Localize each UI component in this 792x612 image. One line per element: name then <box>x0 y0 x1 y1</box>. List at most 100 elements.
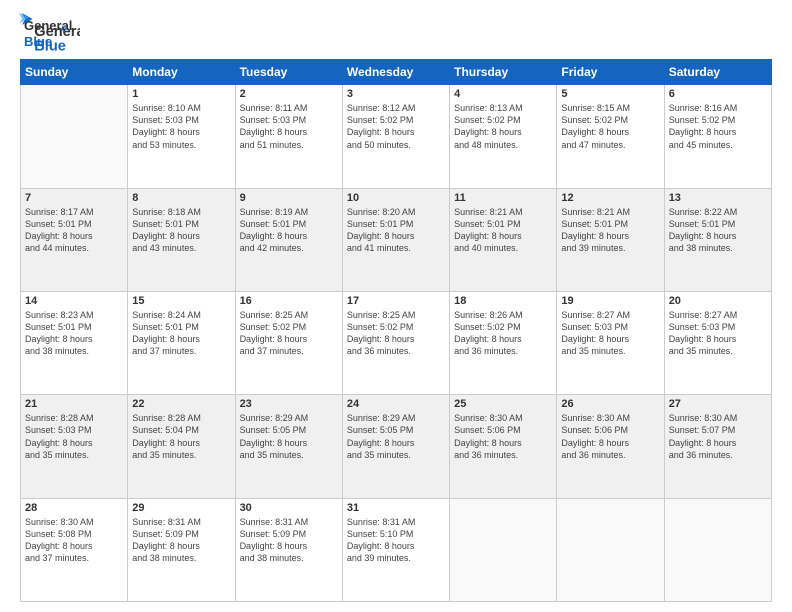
day-info: Sunrise: 8:28 AM Sunset: 5:04 PM Dayligh… <box>132 412 230 461</box>
day-info: Sunrise: 8:27 AM Sunset: 5:03 PM Dayligh… <box>669 309 767 358</box>
calendar-cell: 12Sunrise: 8:21 AM Sunset: 5:01 PM Dayli… <box>557 188 664 291</box>
day-info: Sunrise: 8:30 AM Sunset: 5:07 PM Dayligh… <box>669 412 767 461</box>
day-number: 29 <box>132 502 230 514</box>
day-number: 22 <box>132 398 230 410</box>
calendar-cell: 8 Sunrise: 8:18 AM Sunset: 5:01 PM Daylig… <box>128 188 235 291</box>
day-info: Sunrise: 8:15 AM Sunset: 5:02 PM Dayligh… <box>561 102 659 151</box>
day-info: Sunrise: 8:12 AM Sunset: 5:02 PM Dayligh… <box>347 102 445 151</box>
day-number: 3 <box>347 88 445 100</box>
calendar-cell: 2Sunrise: 8:11 AM Sunset: 5:03 PM Daylig… <box>235 85 342 188</box>
day-number: 21 <box>25 398 123 410</box>
logo-icon: General Blue <box>20 18 80 54</box>
day-info: Sunrise: 8:21 AM Sunset: 5:01 PM Dayligh… <box>561 206 659 255</box>
svg-text:General: General <box>34 24 80 40</box>
calendar-cell: 31 Sunrise: 8:31 AM Sunset: 5:10 PM Dayli… <box>342 498 449 601</box>
day-info: Sunrise: 8:31 AM Sunset: 5:10 PM Dayligh… <box>347 516 445 565</box>
day-info: Sunrise: 8:20 AM Sunset: 5:01 PM Dayligh… <box>347 206 445 255</box>
col-header-monday: Monday <box>128 60 235 85</box>
logo: General Blue General Blue <box>20 18 34 49</box>
week-row-1: 1 Sunrise: 8:10 AM Sunset: 5:03 PM Daylig… <box>21 85 772 188</box>
calendar-cell: 4 Sunrise: 8:13 AM Sunset: 5:02 PM Daylig… <box>450 85 557 188</box>
day-number: 7 <box>25 192 123 204</box>
day-number: 6 <box>669 88 767 100</box>
calendar-cell: 6 Sunrise: 8:16 AM Sunset: 5:02 PM Daylig… <box>664 85 771 188</box>
calendar-cell: 21 Sunrise: 8:28 AM Sunset: 5:03 PM Dayli… <box>21 395 128 498</box>
day-number: 15 <box>132 295 230 307</box>
calendar-cell: 24 Sunrise: 8:29 AM Sunset: 5:05 PM Dayli… <box>342 395 449 498</box>
header-row: SundayMondayTuesdayWednesdayThursdayFrid… <box>21 60 772 85</box>
day-number: 25 <box>454 398 552 410</box>
day-info: Sunrise: 8:27 AM Sunset: 5:03 PM Dayligh… <box>561 309 659 358</box>
calendar-cell: 23Sunrise: 8:29 AM Sunset: 5:05 PM Dayli… <box>235 395 342 498</box>
day-info: Sunrise: 8:28 AM Sunset: 5:03 PM Dayligh… <box>25 412 123 461</box>
day-number: 31 <box>347 502 445 514</box>
day-number: 14 <box>25 295 123 307</box>
day-info: Sunrise: 8:16 AM Sunset: 5:02 PM Dayligh… <box>669 102 767 151</box>
calendar-cell <box>557 498 664 601</box>
calendar-cell: 28Sunrise: 8:30 AM Sunset: 5:08 PM Dayli… <box>21 498 128 601</box>
day-number: 24 <box>347 398 445 410</box>
day-info: Sunrise: 8:26 AM Sunset: 5:02 PM Dayligh… <box>454 309 552 358</box>
day-number: 27 <box>669 398 767 410</box>
day-number: 5 <box>561 88 659 100</box>
day-info: Sunrise: 8:25 AM Sunset: 5:02 PM Dayligh… <box>347 309 445 358</box>
calendar-cell: 11Sunrise: 8:21 AM Sunset: 5:01 PM Dayli… <box>450 188 557 291</box>
day-number: 11 <box>454 192 552 204</box>
calendar-cell: 17 Sunrise: 8:25 AM Sunset: 5:02 PM Dayli… <box>342 291 449 394</box>
calendar-cell: 20 Sunrise: 8:27 AM Sunset: 5:03 PM Dayli… <box>664 291 771 394</box>
calendar-cell <box>21 85 128 188</box>
day-number: 19 <box>561 295 659 307</box>
day-number: 1 <box>132 88 230 100</box>
day-info: Sunrise: 8:17 AM Sunset: 5:01 PM Dayligh… <box>25 206 123 255</box>
col-header-thursday: Thursday <box>450 60 557 85</box>
calendar-cell: 13Sunrise: 8:22 AM Sunset: 5:01 PM Dayli… <box>664 188 771 291</box>
week-row-5: 28Sunrise: 8:30 AM Sunset: 5:08 PM Dayli… <box>21 498 772 601</box>
calendar-table: SundayMondayTuesdayWednesdayThursdayFrid… <box>20 59 772 602</box>
calendar-cell: 1 Sunrise: 8:10 AM Sunset: 5:03 PM Daylig… <box>128 85 235 188</box>
day-number: 9 <box>240 192 338 204</box>
calendar-cell: 22 Sunrise: 8:28 AM Sunset: 5:04 PM Dayli… <box>128 395 235 498</box>
day-info: Sunrise: 8:31 AM Sunset: 5:09 PM Dayligh… <box>132 516 230 565</box>
day-number: 30 <box>240 502 338 514</box>
day-number: 4 <box>454 88 552 100</box>
svg-text:Blue: Blue <box>34 39 66 54</box>
col-header-wednesday: Wednesday <box>342 60 449 85</box>
calendar-cell <box>450 498 557 601</box>
day-number: 26 <box>561 398 659 410</box>
calendar-cell: 26 Sunrise: 8:30 AM Sunset: 5:06 PM Dayli… <box>557 395 664 498</box>
day-info: Sunrise: 8:10 AM Sunset: 5:03 PM Dayligh… <box>132 102 230 151</box>
col-header-tuesday: Tuesday <box>235 60 342 85</box>
col-header-saturday: Saturday <box>664 60 771 85</box>
col-header-sunday: Sunday <box>21 60 128 85</box>
day-number: 17 <box>347 295 445 307</box>
day-info: Sunrise: 8:29 AM Sunset: 5:05 PM Dayligh… <box>347 412 445 461</box>
day-info: Sunrise: 8:18 AM Sunset: 5:01 PM Dayligh… <box>132 206 230 255</box>
day-info: Sunrise: 8:23 AM Sunset: 5:01 PM Dayligh… <box>25 309 123 358</box>
day-number: 28 <box>25 502 123 514</box>
day-number: 8 <box>132 192 230 204</box>
day-info: Sunrise: 8:13 AM Sunset: 5:02 PM Dayligh… <box>454 102 552 151</box>
day-info: Sunrise: 8:30 AM Sunset: 5:06 PM Dayligh… <box>561 412 659 461</box>
day-number: 16 <box>240 295 338 307</box>
calendar-cell: 15 Sunrise: 8:24 AM Sunset: 5:01 PM Dayli… <box>128 291 235 394</box>
day-info: Sunrise: 8:24 AM Sunset: 5:01 PM Dayligh… <box>132 309 230 358</box>
calendar-cell: 7 Sunrise: 8:17 AM Sunset: 5:01 PM Daylig… <box>21 188 128 291</box>
day-info: Sunrise: 8:25 AM Sunset: 5:02 PM Dayligh… <box>240 309 338 358</box>
header: General Blue General Blue <box>20 18 772 49</box>
page: General Blue General Blue SundayMondayTu… <box>0 0 792 612</box>
calendar-cell: 16 Sunrise: 8:25 AM Sunset: 5:02 PM Dayli… <box>235 291 342 394</box>
col-header-friday: Friday <box>557 60 664 85</box>
week-row-2: 7 Sunrise: 8:17 AM Sunset: 5:01 PM Daylig… <box>21 188 772 291</box>
calendar-cell: 9 Sunrise: 8:19 AM Sunset: 5:01 PM Daylig… <box>235 188 342 291</box>
day-number: 2 <box>240 88 338 100</box>
day-info: Sunrise: 8:22 AM Sunset: 5:01 PM Dayligh… <box>669 206 767 255</box>
day-number: 20 <box>669 295 767 307</box>
calendar-cell: 3 Sunrise: 8:12 AM Sunset: 5:02 PM Daylig… <box>342 85 449 188</box>
day-info: Sunrise: 8:29 AM Sunset: 5:05 PM Dayligh… <box>240 412 338 461</box>
day-number: 10 <box>347 192 445 204</box>
day-number: 18 <box>454 295 552 307</box>
calendar-cell: 19 Sunrise: 8:27 AM Sunset: 5:03 PM Dayli… <box>557 291 664 394</box>
calendar-cell <box>664 498 771 601</box>
day-info: Sunrise: 8:19 AM Sunset: 5:01 PM Dayligh… <box>240 206 338 255</box>
week-row-4: 21 Sunrise: 8:28 AM Sunset: 5:03 PM Dayli… <box>21 395 772 498</box>
